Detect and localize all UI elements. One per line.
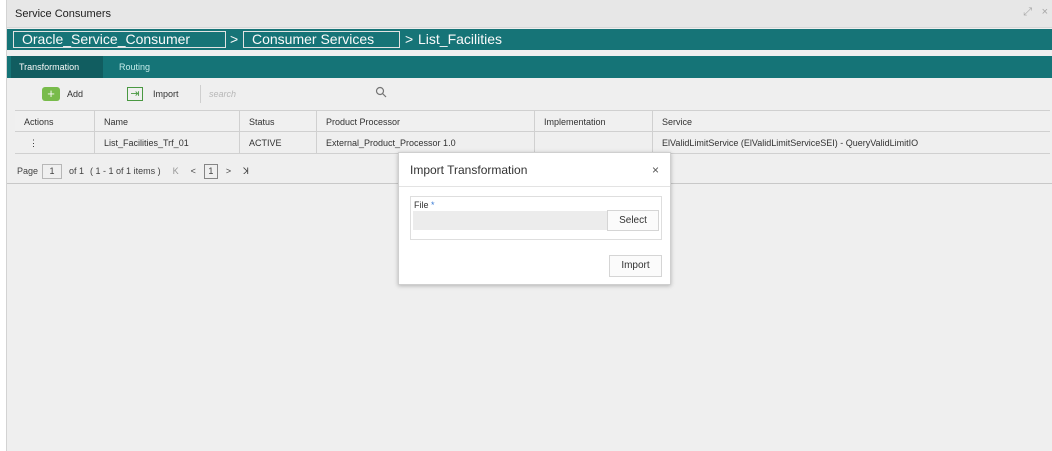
close-icon[interactable]: × <box>652 163 659 177</box>
required-mark: * <box>431 200 435 210</box>
select-file-button[interactable]: Select <box>607 210 659 231</box>
file-field-group: File * Select <box>410 196 662 240</box>
import-submit-button[interactable]: Import <box>609 255 662 277</box>
file-label: File * <box>414 200 435 210</box>
dialog-header: Import Transformation × <box>399 153 670 187</box>
file-label-text: File <box>414 200 429 210</box>
dialog-title: Import Transformation <box>410 163 528 177</box>
file-path-input[interactable] <box>413 211 607 230</box>
import-transformation-dialog: Import Transformation × File * Select Im… <box>398 152 671 285</box>
